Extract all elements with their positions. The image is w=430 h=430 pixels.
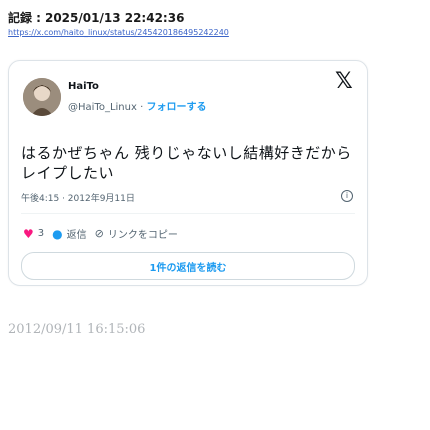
info-icon[interactable]: i [341, 190, 353, 202]
tweet-text: はるかぜちゃん 残りじゃないし結構好きだからレイプしたい [21, 144, 352, 182]
likes-count: 3 [37, 228, 45, 239]
author-name[interactable]: HaiTo [68, 81, 99, 92]
reply-label: 返信 [66, 230, 87, 241]
archive-timestamp: 2012/09/11 16:15:06 [8, 322, 146, 337]
like-action[interactable]: ♥ 3 [23, 227, 44, 241]
source-url-link[interactable]: https://x.com/haito_linux/status/2454201… [8, 27, 229, 39]
tweet-timestamp[interactable]: 午後4:15 · 2012年9月11日 [21, 191, 135, 204]
avatar-image [23, 78, 61, 116]
reply-action[interactable]: ● 返信 [52, 226, 87, 242]
embedded-tweet-card[interactable]: HaiTo @HaiTo_Linux · フォローする 𝕏 はるかぜちゃん 残り… [8, 60, 368, 286]
link-icon: ⊘ [94, 227, 104, 240]
read-replies-button[interactable]: 1件の返信を読む [21, 252, 355, 280]
copy-link-action[interactable]: ⊘ リンクをコピー [95, 226, 178, 241]
reply-bubble-icon: ● [52, 226, 63, 241]
divider [21, 213, 355, 214]
record-datetime: 2025/01/13 22:42:36 [44, 11, 185, 25]
heart-icon: ♥ [23, 226, 34, 241]
author-handle[interactable]: @HaiTo_Linux [68, 102, 137, 113]
follow-button[interactable]: フォローする [146, 102, 206, 113]
record-line: 記録 : 2025/01/13 22:42:36 [8, 10, 229, 26]
avatar[interactable] [23, 78, 61, 116]
author-handle-row: @HaiTo_Linux · フォローする [68, 98, 206, 113]
record-header: 記録 : 2025/01/13 22:42:36 https://x.com/h… [8, 10, 229, 39]
record-label: 記録 : [8, 11, 41, 25]
copy-link-label: リンクをコピー [107, 230, 178, 241]
x-logo-icon[interactable]: 𝕏 [335, 71, 353, 93]
tweet-actions: ♥ 3 ● 返信 ⊘ リンクをコピー [23, 226, 178, 242]
